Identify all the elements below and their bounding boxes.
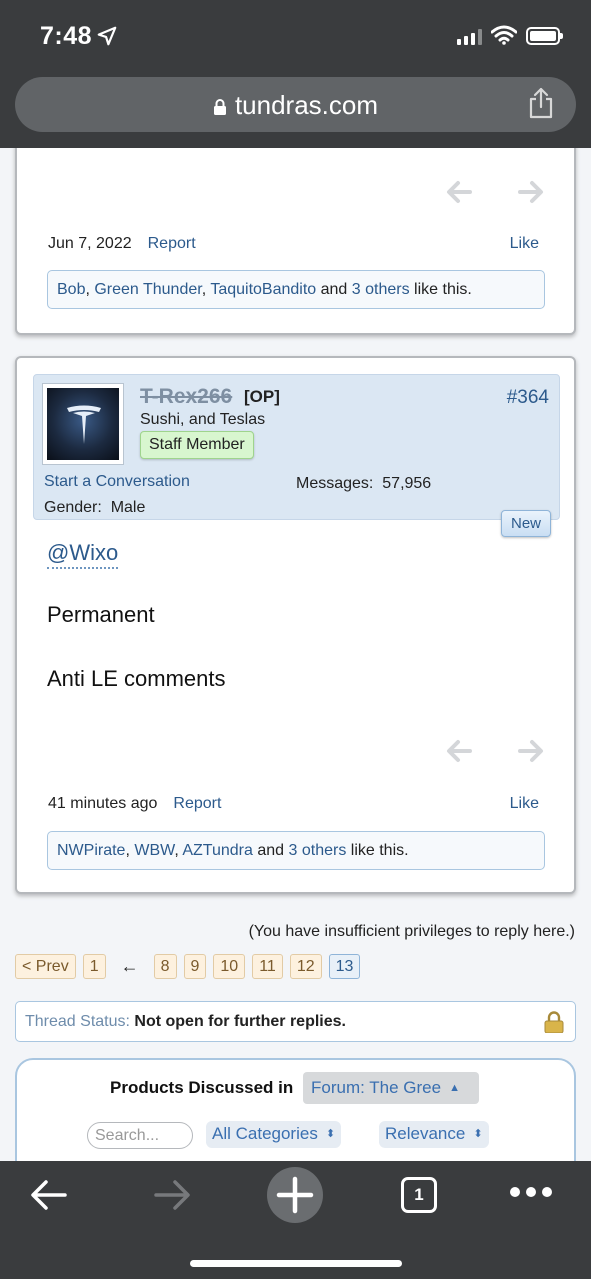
tesla-logo-icon [67,405,101,444]
padlock-icon [544,1011,564,1033]
url-text: tundras.com [234,90,379,120]
battery-icon [526,27,563,45]
select-chevron-icon: ⬍ [473,1128,483,1140]
op-tag: [OP] [244,387,280,406]
next-post-arrow-icon[interactable] [518,179,544,205]
home-indicator [190,1260,402,1267]
page-link[interactable]: 1 [82,954,106,979]
browser-toolbar: 1 [0,1161,591,1279]
products-discussed-panel: Products Discussed in Forum: The Gree ▲︎ … [15,1058,576,1161]
staff-member-badge: Staff Member [140,431,254,459]
forum-post: Jun 7, 2022 Report Like Bob, Green Thunde… [15,148,576,335]
thread-status-value: Not open for further replies. [134,1013,346,1030]
post-meta: Jun 7, 2022 Report Like [48,235,539,253]
user-mention-link[interactable]: @Wixo [47,540,119,569]
next-post-arrow-icon[interactable] [518,738,544,764]
post-meta: 41 minutes ago Report Like [48,795,539,813]
user-title: Sushi, and Teslas [140,411,266,428]
liker-link[interactable]: Bob [57,281,85,298]
sort-select[interactable]: Relevance ⬍ [379,1121,489,1148]
new-post-badge: New [500,510,551,537]
current-page: 13 [328,954,361,979]
thread-status-label: Thread Status: [25,1013,130,1030]
browser-top-chrome: 7:48 tundras.com [0,0,591,148]
like-link[interactable]: Like [510,235,539,253]
lock-icon [213,99,226,115]
products-title: Products Discussed in [110,1078,294,1097]
post-number-link[interactable]: #364 [507,387,549,409]
like-link[interactable]: Like [510,795,539,813]
liker-link[interactable]: NWPirate [57,842,125,859]
more-menu-icon[interactable] [510,1186,552,1198]
plus-icon [276,1176,314,1214]
user-info-block: T-Rex266 [OP] Sushi, and Teslas Staff Me… [33,374,560,520]
privileges-note: (You have insufficient privileges to rep… [248,923,575,940]
address-bar[interactable]: tundras.com [15,77,576,132]
post-navigation [446,179,544,205]
page-link[interactable]: 8 [153,954,177,979]
username-link[interactable]: T-Rex266 [140,385,232,409]
page-link[interactable]: 12 [289,954,322,979]
forward-arrow-icon[interactable] [152,1177,192,1213]
wifi-icon [491,25,517,45]
post-navigation [446,738,544,764]
avatar[interactable] [42,383,124,465]
back-arrow-icon[interactable] [29,1177,69,1213]
page-link[interactable]: 9 [183,954,207,979]
forum-post: T-Rex266 [OP] Sushi, and Teslas Staff Me… [15,356,576,894]
liker-link[interactable]: WBW [134,842,174,859]
prev-page-button[interactable]: < Prev [15,954,76,979]
page-link[interactable]: 11 [252,954,283,979]
tab-switcher-button[interactable]: 1 [401,1177,437,1213]
report-link[interactable]: Report [173,795,221,812]
category-select[interactable]: All Categories ⬍ [206,1121,342,1148]
status-time: 7:48 [40,22,93,50]
gender-field: Gender: Male [44,499,146,516]
messages-count: Messages: 57,956 [296,475,432,492]
page-jump-arrow[interactable]: ← [121,956,139,977]
page-link[interactable]: 10 [213,954,246,979]
likes-summary: Bob, Green Thunder, TaquitoBandito and 3… [47,270,545,309]
start-conversation-link[interactable]: Start a Conversation [44,473,190,491]
select-chevron-icon: ⬍ [325,1128,336,1140]
cellular-signal-icon [457,29,482,45]
report-link[interactable]: Report [148,235,196,252]
post-date: Jun 7, 2022 [48,235,132,252]
page-content: Jun 7, 2022 Report Like Bob, Green Thunde… [0,148,591,1161]
forum-select[interactable]: Forum: The Gree ▲︎ [303,1072,479,1104]
select-chevron-icon: ▲︎ [449,1082,460,1094]
location-arrow-icon [97,26,117,46]
others-link[interactable]: 3 others [352,281,410,298]
likes-summary: NWPirate, WBW, AZTundra and 3 others lik… [47,831,545,870]
thread-status: Thread Status: Not open for further repl… [15,1001,576,1042]
products-search-input[interactable]: Search... [87,1122,193,1149]
liker-link[interactable]: AZTundra [182,842,253,859]
post-time: 41 minutes ago [48,795,158,812]
new-tab-button[interactable] [267,1167,323,1223]
post-body-line: Permanent [47,602,155,627]
post-body-line: Anti LE comments [47,666,226,691]
previous-post-arrow-icon[interactable] [446,738,472,764]
liker-link[interactable]: TaquitoBandito [210,281,316,298]
pagination: < Prev 1 ← 8 9 10 11 12 13 [15,954,361,979]
others-link[interactable]: 3 others [289,842,347,859]
share-icon[interactable] [528,87,554,119]
previous-post-arrow-icon[interactable] [446,179,472,205]
liker-link[interactable]: Green Thunder [94,281,201,298]
